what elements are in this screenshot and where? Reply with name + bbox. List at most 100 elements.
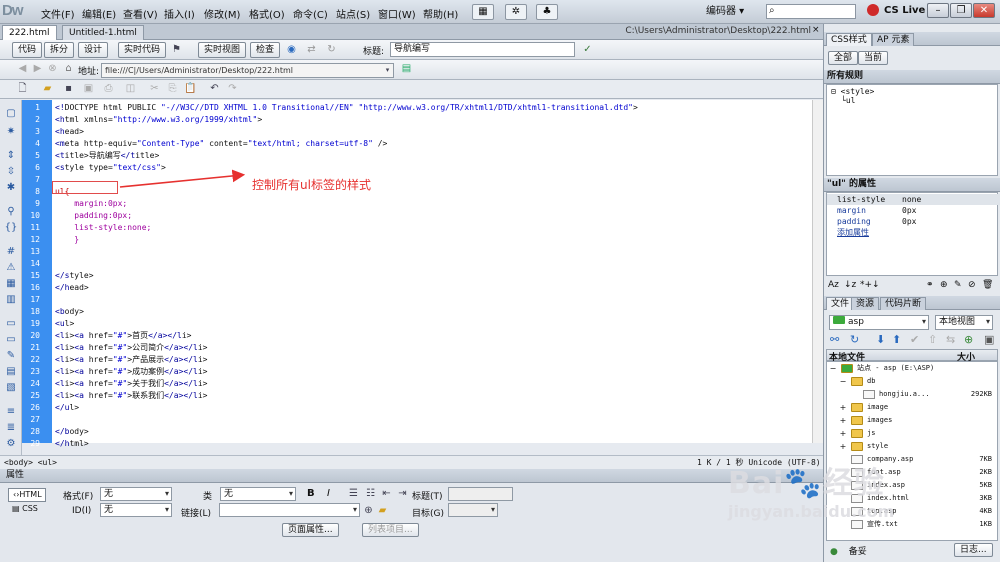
expand-toggle-icon[interactable]: + — [839, 401, 847, 414]
split-view-button[interactable]: 拆分 — [44, 42, 75, 58]
rule-ul-item[interactable]: └ul — [841, 96, 855, 105]
address-dropdown-icon[interactable]: ▾ — [381, 64, 394, 77]
attach-stylesheet-icon[interactable]: ⚭ — [926, 280, 934, 290]
live-code-icon[interactable]: ⚑ — [170, 44, 183, 57]
outdent-icon[interactable]: ⇤ — [380, 488, 393, 501]
edit-rule-icon[interactable]: ✎ — [954, 280, 962, 290]
code-line[interactable]: <li><a href="#">关于我们</a></li> — [55, 378, 207, 390]
expand-toggle-icon[interactable]: + — [839, 440, 847, 453]
design-view-button[interactable]: 设计 — [78, 42, 109, 58]
recent-snippets-icon[interactable]: ▤ — [4, 366, 18, 378]
code-line[interactable]: } — [55, 234, 79, 246]
open-folder-icon[interactable]: ▰ — [41, 83, 54, 96]
link-input[interactable]: ▾ — [219, 503, 360, 517]
list-item-button[interactable]: 列表项目... — [362, 523, 419, 537]
view-options-icon[interactable]: ▤ — [400, 63, 413, 76]
layout-icon[interactable]: ▦ — [472, 4, 494, 20]
open-documents-icon[interactable]: ▢ — [4, 108, 18, 120]
tab-ap-elements[interactable]: AP 元素 — [872, 33, 915, 46]
expand-all-icon[interactable]: ✱ — [4, 182, 18, 194]
add-property-link[interactable]: 添加属性 — [827, 227, 1000, 238]
inspect-button[interactable]: 检查 — [250, 42, 281, 58]
new-file-icon[interactable]: 🗋 — [16, 83, 29, 96]
multiscreen-icon[interactable]: ⇄ — [305, 44, 318, 57]
file-item[interactable]: hongjiu.a... 292KB — [827, 388, 994, 401]
heading-input[interactable] — [448, 487, 513, 501]
stop-icon[interactable]: ⊗ — [46, 63, 59, 76]
browse-folder-icon[interactable]: ▰ — [376, 505, 389, 518]
menu-commands[interactable]: 命令(C) — [293, 6, 328, 21]
copy-icon[interactable]: ⎘ — [166, 83, 179, 96]
point-to-file-icon[interactable]: ⊕ — [362, 505, 375, 518]
sync-icon[interactable]: ⇆ — [946, 333, 955, 346]
highlight-invalid-icon[interactable]: ⚠ — [4, 262, 18, 274]
folder-item[interactable]: + images — [827, 414, 994, 427]
home-icon[interactable]: ⌂ — [62, 63, 75, 76]
page-properties-button[interactable]: 页面属性... — [282, 523, 339, 537]
code-view-button[interactable]: 代码 — [12, 42, 43, 58]
all-button[interactable]: 全部 — [828, 51, 859, 65]
menu-site[interactable]: 站点(S) — [336, 6, 370, 21]
code-line[interactable]: <head> — [55, 126, 84, 138]
refresh-files-icon[interactable]: ↻ — [850, 333, 859, 346]
back-icon[interactable]: ◀ — [16, 63, 29, 76]
code-line[interactable]: <li><a href="#">产品展示</a></li> — [55, 354, 207, 366]
folder-item[interactable]: − 站点 - asp (E:\ASP) — [827, 362, 994, 375]
save-all-icon[interactable]: ▣ — [82, 83, 95, 96]
minimize-button[interactable]: – — [927, 3, 949, 18]
maximize-button[interactable]: ❐ — [950, 3, 972, 18]
menu-view[interactable]: 查看(V) — [123, 6, 158, 21]
menu-edit[interactable]: 编辑(E) — [82, 6, 116, 21]
print-icon[interactable]: ⎙ — [102, 83, 115, 96]
code-vertical-scrollbar[interactable] — [812, 100, 823, 443]
code-line[interactable]: <ul> — [55, 318, 74, 330]
collapse-selection-icon[interactable]: ⇳ — [4, 166, 18, 178]
view-select[interactable]: 本地视图 ▾ — [935, 315, 993, 330]
code-line[interactable]: <body> — [55, 306, 84, 318]
cut-icon[interactable]: ✂ — [148, 83, 161, 96]
italic-button[interactable]: I — [327, 488, 330, 499]
code-line[interactable]: </html> — [55, 438, 89, 450]
delete-icon[interactable]: 🗑 — [982, 280, 993, 290]
code-editor[interactable]: <!DOCTYPE html PUBLIC "-//W3C//DTD XHTML… — [52, 100, 812, 448]
move-css-icon[interactable]: ▧ — [4, 382, 18, 394]
wrap-tag-icon[interactable]: ✎ — [4, 350, 18, 362]
tab-files[interactable]: 文件 — [826, 297, 855, 310]
undo-icon[interactable]: ↶ — [208, 83, 221, 96]
code-line[interactable]: <html xmlns="http://www.w3.org/1999/xhtm… — [55, 114, 262, 126]
paste-icon[interactable]: 📋 — [184, 83, 197, 96]
validate-icon[interactable]: ✓ — [581, 44, 594, 57]
tab-222-html[interactable]: 222.html — [2, 25, 57, 40]
code-line[interactable]: <li><a href="#">首页</a></li> — [55, 330, 191, 342]
syntax-coloring-icon[interactable]: ▦ — [4, 278, 18, 290]
auto-indent-icon[interactable]: ▥ — [4, 294, 18, 306]
connect-icon[interactable]: ⚯ — [830, 333, 839, 346]
globe-icon[interactable]: ◉ — [285, 44, 298, 57]
folder-item[interactable]: − db — [827, 375, 994, 388]
site-select[interactable]: asp ▾ — [829, 315, 929, 330]
save-icon[interactable]: ▪ — [62, 83, 75, 96]
expand-files-icon[interactable]: ⊕ — [964, 333, 973, 346]
code-line[interactable]: </style> — [55, 270, 94, 282]
preview-icon[interactable]: ◫ — [124, 83, 137, 96]
code-line[interactable]: <!DOCTYPE html PUBLIC "-//W3C//DTD XHTML… — [55, 102, 638, 114]
id-select[interactable]: 无 ▾ — [100, 503, 172, 517]
balance-braces-icon[interactable]: {} — [4, 222, 18, 234]
code-line[interactable]: <li><a href="#">公司简介</a></li> — [55, 342, 207, 354]
expand-toggle-icon[interactable]: − — [839, 375, 847, 388]
current-button[interactable]: 当前 — [858, 51, 889, 65]
prop-row[interactable]: margin 0px — [827, 205, 1000, 216]
tab-css-styles[interactable]: CSS样式 — [826, 33, 872, 46]
disable-icon[interactable]: ⊘ — [968, 280, 976, 290]
refresh-icon[interactable]: ↻ — [325, 44, 338, 57]
format-source-icon[interactable]: ⚙ — [4, 438, 18, 450]
close-document-icon[interactable]: × — [812, 25, 822, 37]
menu-file[interactable]: 文件(F) — [41, 6, 75, 21]
ordered-list-icon[interactable]: ☷ — [364, 488, 377, 501]
site-icon[interactable]: ♣ — [536, 4, 558, 20]
show-list-icon[interactable]: ↓z — [844, 280, 856, 290]
html-mode-button[interactable]: ‹›HTML — [8, 488, 46, 502]
expand-toggle-icon[interactable]: − — [829, 362, 837, 375]
format-select[interactable]: 无 ▾ — [100, 487, 172, 501]
close-button[interactable]: ✕ — [973, 3, 995, 18]
